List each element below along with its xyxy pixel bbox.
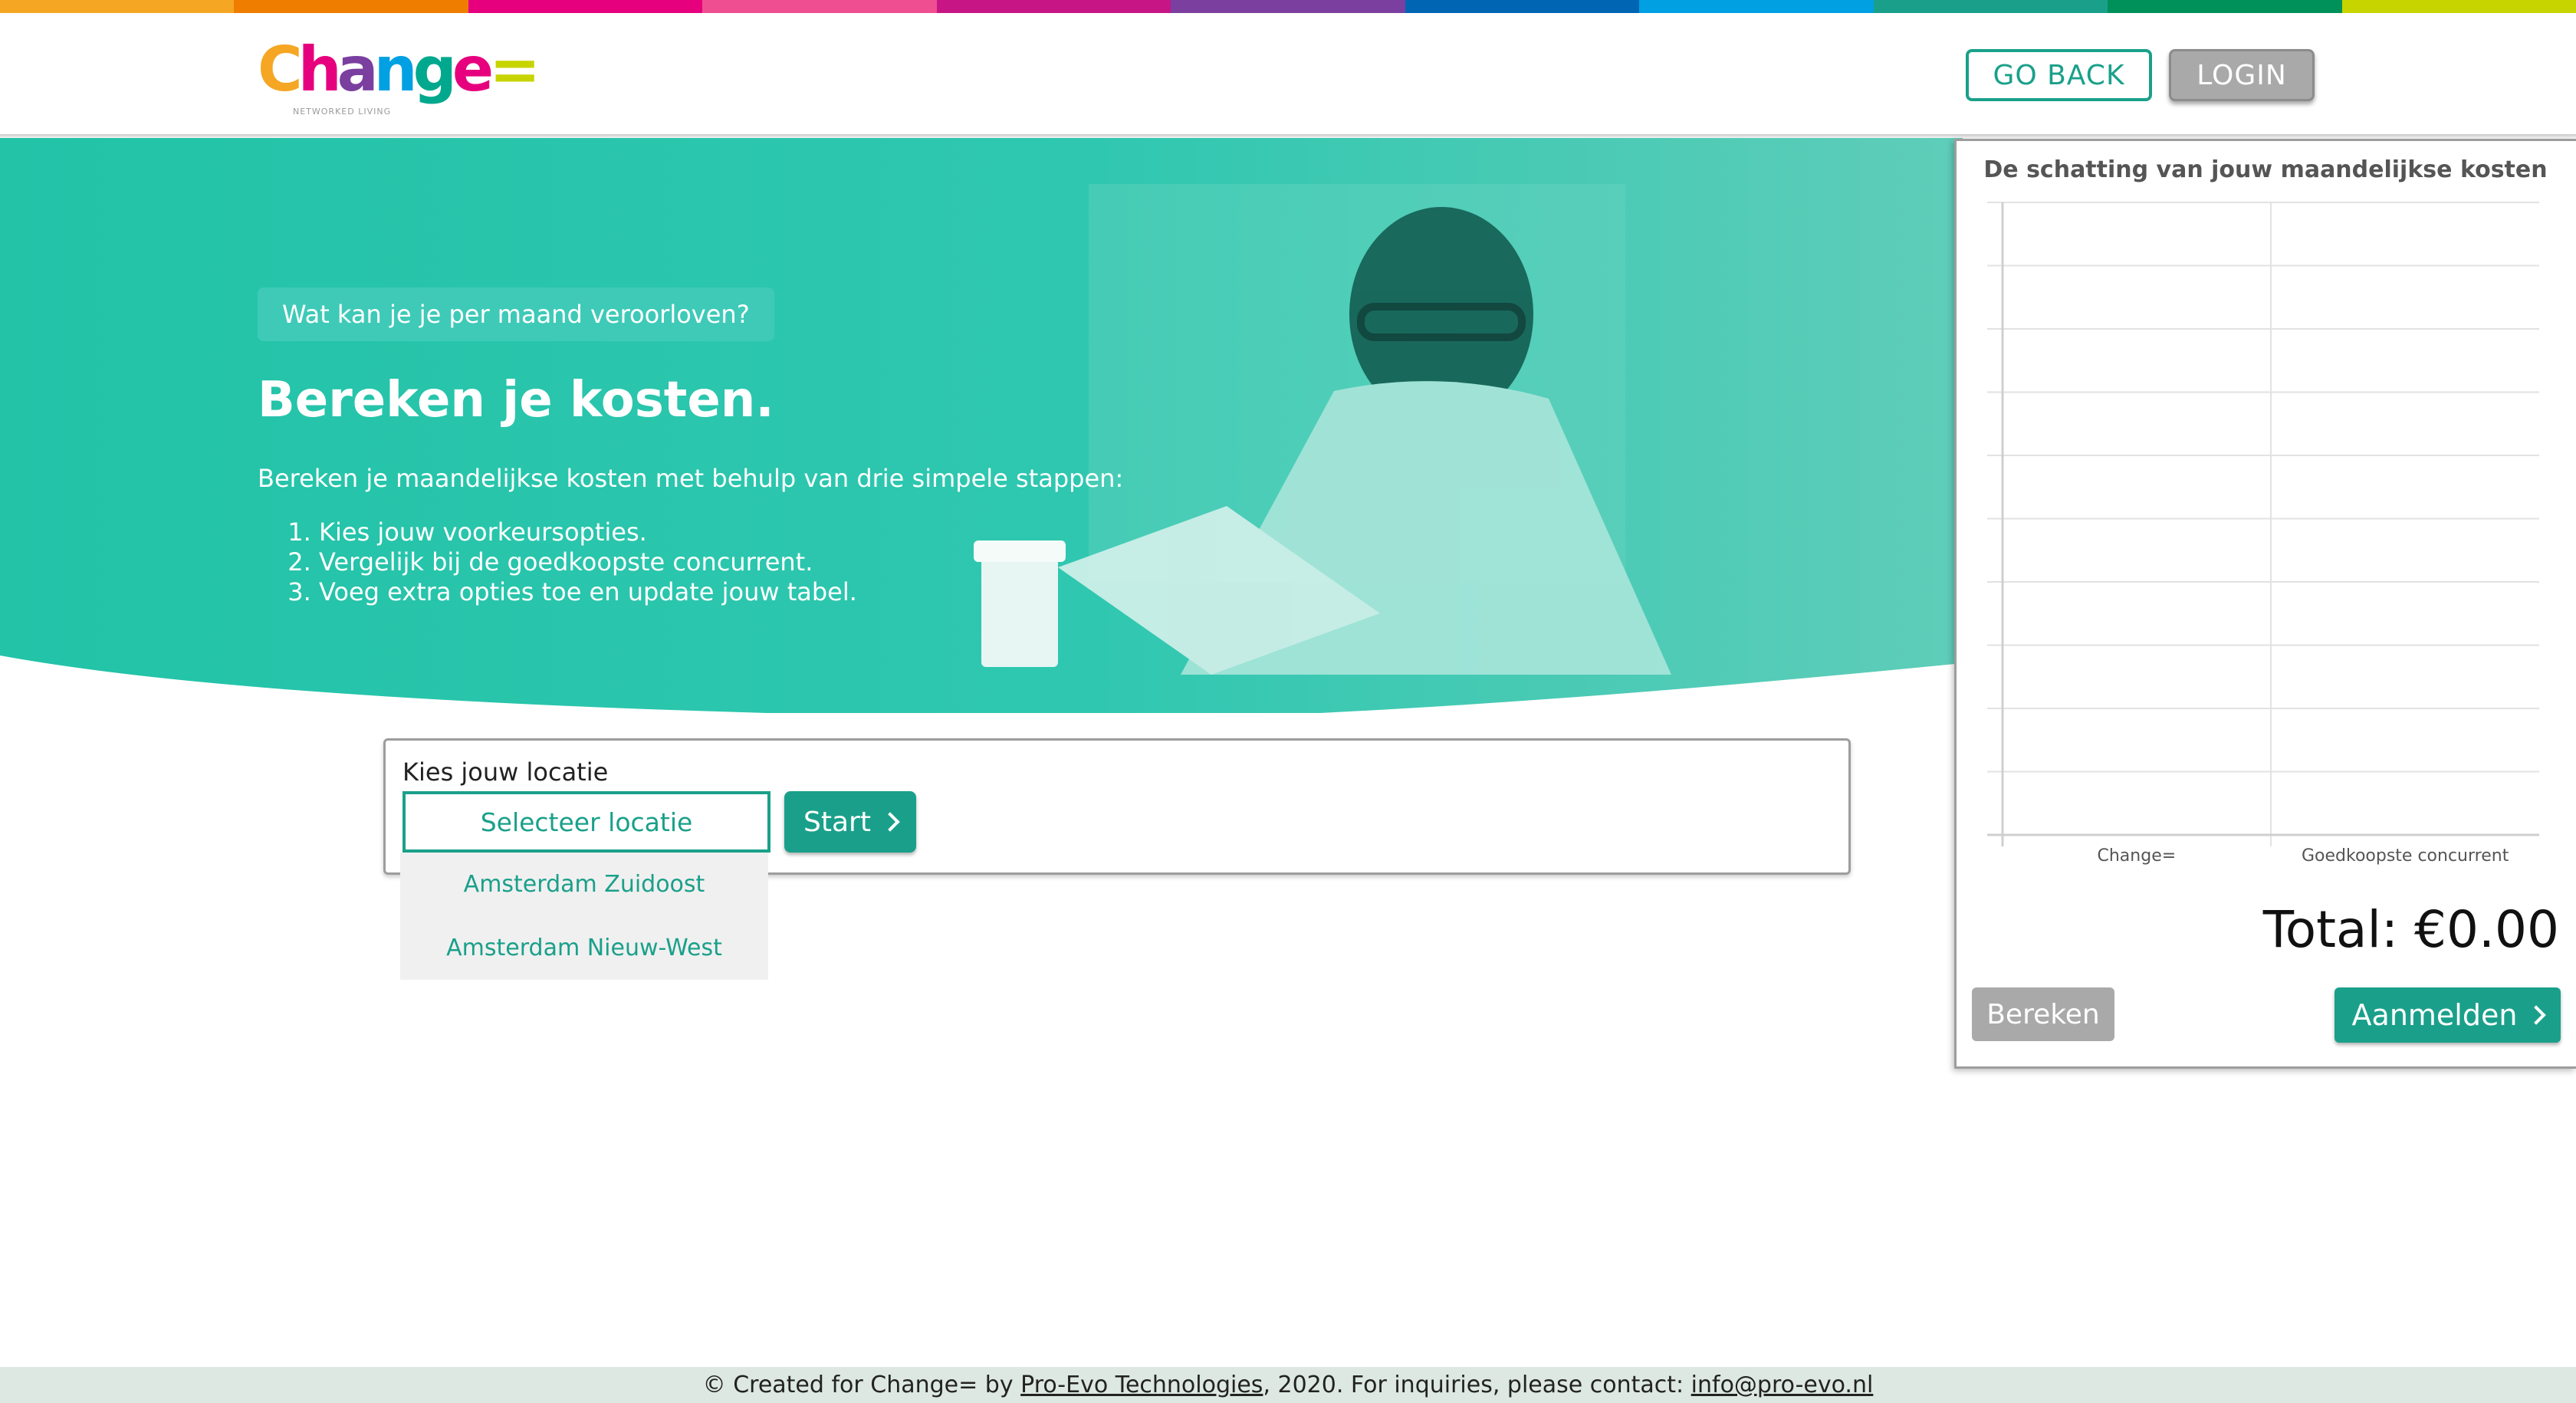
step-item: Vergelijk bij de goedkoopste concurrent. [319, 547, 857, 577]
rainbow-stripe [0, 0, 2576, 13]
logo-wordmark: Change= [258, 34, 540, 105]
stripe-segment [936, 0, 1171, 13]
hero-badge: Wat kan je je per maand veroorloven? [258, 288, 774, 341]
login-button[interactable]: LOGIN [2169, 49, 2315, 101]
hero-banner: Wat kan je je per maand veroorloven? Ber… [0, 138, 1963, 713]
site-header: Change= NETWORKED LIVING GO BACK LOGIN [0, 13, 2576, 136]
stripe-segment [1639, 0, 1874, 13]
location-select[interactable]: Selecteer locatie [402, 791, 770, 853]
location-dropdown: Amsterdam Zuidoost Amsterdam Nieuw-West [400, 853, 768, 980]
location-label: Kies jouw locatie [402, 757, 609, 787]
stripe-segment [2108, 0, 2342, 13]
category-label-competitor: Goedkoopste concurrent [2302, 846, 2509, 866]
step-item: Kies jouw voorkeursopties. [319, 518, 857, 547]
aanmelden-label: Aanmelden [2351, 998, 2518, 1032]
logo-tagline: NETWORKED LIVING [293, 107, 392, 117]
cost-chart-panel: De schatting van jouw maandelijkse koste… [1954, 139, 2576, 1069]
coffee-cup-illustration [974, 540, 1066, 667]
stripe-segment [234, 0, 468, 13]
footer-middle: , 2020. For inquiries, please contact: [1263, 1372, 1684, 1398]
aanmelden-button[interactable]: Aanmelden [2334, 987, 2561, 1043]
footer-prefix: © Created for Change= by [702, 1372, 1014, 1398]
chevron-right-icon [2526, 1005, 2547, 1025]
start-label: Start [803, 806, 871, 838]
stripe-segment [1405, 0, 1640, 13]
stripe-segment [0, 0, 235, 13]
stripe-segment [702, 0, 937, 13]
email-link[interactable]: info@pro-evo.nl [1691, 1372, 1874, 1398]
steps-list: Kies jouw voorkeursopties. Vergelijk bij… [258, 518, 857, 607]
chevron-right-icon [880, 812, 900, 832]
start-button[interactable]: Start [784, 791, 916, 853]
stripe-segment [1873, 0, 2108, 13]
company-link[interactable]: Pro-Evo Technologies [1020, 1372, 1263, 1398]
site-footer: © Created for Change= by Pro-Evo Technol… [0, 1367, 2576, 1403]
stripe-segment [2341, 0, 2576, 13]
hero-title: Bereken je kosten. [258, 372, 774, 429]
change-logo[interactable]: Change= NETWORKED LIVING [258, 31, 540, 131]
hero-intro: Bereken je maandelijkse kosten met behul… [258, 464, 1124, 493]
stripe-segment [1171, 0, 1405, 13]
step-item: Voeg extra opties toe en update jouw tab… [319, 577, 857, 607]
go-back-button[interactable]: GO BACK [1966, 49, 2152, 101]
category-label-change: Change= [2097, 846, 2177, 866]
stripe-segment [468, 0, 703, 13]
location-option-zuidoost[interactable]: Amsterdam Zuidoost [400, 853, 768, 916]
total-amount: Total: €0.00 [2262, 900, 2559, 959]
bereken-button[interactable]: Bereken [1972, 987, 2114, 1041]
location-option-nieuw-west[interactable]: Amsterdam Nieuw-West [400, 916, 768, 980]
